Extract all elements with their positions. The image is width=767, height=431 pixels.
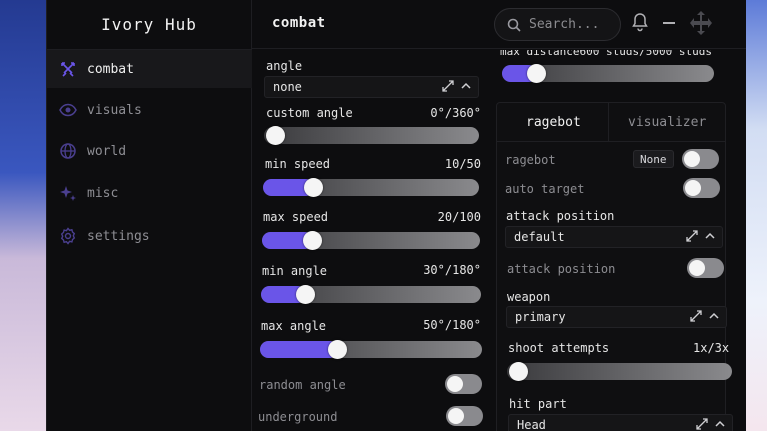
bell-icon[interactable] <box>631 12 653 36</box>
hit-part-label: hit part <box>509 397 567 411</box>
gear-icon <box>60 227 76 245</box>
slider-knob[interactable] <box>266 126 285 145</box>
attack-position-toggle-label: attack position <box>507 262 616 276</box>
attack-position-value: default <box>514 230 565 244</box>
weapon-value: primary <box>515 310 566 324</box>
random-angle-toggle[interactable] <box>445 374 482 394</box>
underground-toggle[interactable] <box>446 406 483 426</box>
header-divider <box>252 48 746 49</box>
globe-icon <box>60 143 76 159</box>
tab-ragebot[interactable]: ragebot <box>526 115 581 130</box>
tabs-divider <box>497 141 725 142</box>
custom-angle-slider[interactable] <box>264 126 479 145</box>
chevron-up-icon <box>715 420 725 427</box>
min-speed-label: min speed <box>265 157 331 171</box>
chevron-up-icon <box>709 312 719 319</box>
weapon-dropdown[interactable]: primary <box>506 306 727 328</box>
eye-icon <box>59 103 77 117</box>
max-distance-slider[interactable] <box>502 64 714 83</box>
slider-knob[interactable] <box>509 362 528 381</box>
shoot-attempts-label: shoot attempts <box>508 341 610 355</box>
page-title: combat <box>272 15 326 31</box>
sidebar-item-world[interactable]: world <box>47 132 252 170</box>
search-placeholder: Search... <box>529 17 600 32</box>
toggle-knob <box>448 408 464 424</box>
custom-angle-label: custom angle <box>266 106 353 120</box>
sidebar-item-combat[interactable]: combat <box>47 50 252 88</box>
min-angle-value: 30°/180° <box>423 263 481 277</box>
slider-knob[interactable] <box>304 178 323 197</box>
sidebar-item-label: settings <box>87 228 150 244</box>
underground-label: underground <box>258 410 338 424</box>
sidebar: combat visuals world misc settings <box>47 50 252 431</box>
angle-dropdown[interactable]: none <box>264 76 479 98</box>
weapon-label: weapon <box>507 290 551 304</box>
max-angle-label: max angle <box>261 319 327 333</box>
shoot-attempts-slider[interactable] <box>507 362 732 381</box>
toggle-knob <box>685 180 701 196</box>
toggle-knob <box>689 260 705 276</box>
ragebot-column: max distance600 studs/5000 studs ragebot… <box>496 50 736 431</box>
sidebar-item-label: combat <box>87 61 134 77</box>
min-speed-slider[interactable] <box>263 178 479 197</box>
hub-window: Ivory Hub combat Search... combat visual… <box>46 0 746 431</box>
expand-icon <box>696 418 708 430</box>
min-angle-label: min angle <box>262 264 328 278</box>
expand-icon <box>686 230 698 242</box>
search-icon <box>507 18 521 32</box>
expand-icon <box>442 80 454 92</box>
attack-position-dropdown[interactable]: default <box>505 226 723 248</box>
custom-angle-value: 0°/360° <box>430 106 481 120</box>
hit-part-dropdown[interactable]: Head <box>508 414 733 431</box>
minimize-icon[interactable] <box>661 12 683 36</box>
sidebar-item-visuals[interactable]: visuals <box>47 91 252 129</box>
tab-visualizer[interactable]: visualizer <box>628 115 706 130</box>
slider-fill <box>260 341 338 358</box>
keybind-badge[interactable]: None <box>633 150 674 168</box>
slider-knob[interactable] <box>296 285 315 304</box>
max-angle-slider[interactable] <box>260 340 482 359</box>
max-speed-slider[interactable] <box>262 231 480 250</box>
ragebot-toggle[interactable] <box>682 149 719 169</box>
sidebar-item-label: visuals <box>87 102 142 118</box>
auto-target-label: auto target <box>505 182 585 196</box>
max-speed-value: 20/100 <box>437 210 481 224</box>
toggle-knob <box>684 151 700 167</box>
slider-knob[interactable] <box>527 64 546 83</box>
combat-settings-column: angle none custom angle 0°/360° min spee… <box>257 50 489 431</box>
expand-icon <box>690 310 702 322</box>
ragebot-label: ragebot <box>505 153 556 167</box>
ragebot-panel: ragebot visualizer ragebot None auto tar… <box>496 102 733 431</box>
sidebar-item-label: misc <box>87 185 119 201</box>
attack-position-label: attack position <box>506 209 615 223</box>
angle-label: angle <box>266 59 303 73</box>
auto-target-toggle[interactable] <box>683 178 720 198</box>
app-title: Ivory Hub <box>47 0 252 50</box>
hit-part-value: Head <box>517 418 546 431</box>
max-distance-label: max distance600 studs/5000 studs <box>500 50 712 58</box>
search-input[interactable]: Search... <box>494 8 621 41</box>
chevron-up-icon <box>461 82 471 89</box>
random-angle-label: random angle <box>259 378 346 392</box>
sparkle-icon <box>60 186 76 201</box>
max-speed-label: max speed <box>263 210 329 224</box>
chevron-up-icon <box>705 232 715 239</box>
max-angle-value: 50°/180° <box>423 318 481 332</box>
sidebar-item-settings[interactable]: settings <box>47 217 252 255</box>
angle-value: none <box>273 80 302 94</box>
min-angle-slider[interactable] <box>261 285 481 304</box>
sidebar-item-label: world <box>87 143 127 159</box>
slider-knob[interactable] <box>303 231 322 250</box>
toggle-knob <box>447 376 463 392</box>
slider-knob[interactable] <box>328 340 347 359</box>
sidebar-item-misc[interactable]: misc <box>47 174 252 212</box>
crossed-swords-icon <box>61 62 75 77</box>
attack-position-toggle[interactable] <box>687 258 724 278</box>
move-icon[interactable] <box>688 10 712 35</box>
min-speed-value: 10/50 <box>444 157 481 171</box>
shoot-attempts-value: 1x/3x <box>693 341 730 355</box>
